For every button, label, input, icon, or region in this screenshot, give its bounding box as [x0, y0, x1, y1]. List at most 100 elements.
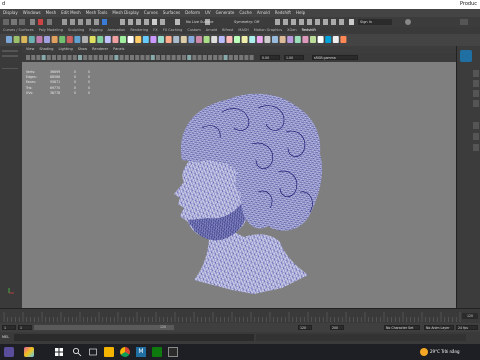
anim-layer-select[interactable]: No Anim Layer: [424, 325, 454, 330]
panel-tool-icon[interactable]: [62, 55, 67, 60]
panel-tool-icon[interactable]: [72, 55, 77, 60]
shelf-tool-icon[interactable]: [196, 36, 202, 43]
shelf-tool-icon[interactable]: [66, 36, 73, 43]
excel-icon[interactable]: [152, 347, 162, 357]
weather-label[interactable]: 29°C Trời nắng: [430, 349, 460, 354]
tool-settings-icon[interactable]: [473, 100, 479, 107]
shelf-tool-icon[interactable]: [165, 36, 172, 43]
anim-layer-icon[interactable]: [473, 144, 479, 151]
shelf-tool-icon[interactable]: [82, 36, 88, 43]
panel-tool-icon[interactable]: [36, 55, 41, 60]
panel-tool-icon[interactable]: [223, 55, 228, 60]
shelf-tab[interactable]: Motion Graphics: [254, 27, 282, 34]
panel-tool-icon[interactable]: [67, 55, 72, 60]
workspace-icon[interactable]: [460, 19, 468, 25]
shelf-tool-icon[interactable]: [188, 36, 195, 43]
shelf-tab[interactable]: Rendering: [130, 27, 148, 34]
shelf-tool-icon[interactable]: [332, 36, 339, 43]
panel-tool-icon[interactable]: [83, 55, 88, 60]
panel-tool-icon[interactable]: [192, 55, 197, 60]
shelf-tab[interactable]: Animation: [108, 27, 126, 34]
panel-tool-icon[interactable]: [124, 55, 129, 60]
shelf-tool-icon[interactable]: [218, 36, 225, 43]
windows-start-icon[interactable]: [54, 347, 64, 357]
menu-item[interactable]: Cache: [239, 9, 251, 17]
range-start-field[interactable]: 1: [18, 325, 32, 330]
file-explorer-icon[interactable]: [104, 347, 114, 357]
panel-menu-item[interactable]: Panels: [113, 46, 124, 53]
shelf-tool-icon[interactable]: [59, 36, 66, 43]
panel-tool-icon[interactable]: [244, 55, 249, 60]
shelf-tool-icon[interactable]: [13, 36, 20, 43]
shelf-tool-icon[interactable]: [36, 36, 43, 43]
panel-tool-icon[interactable]: [197, 55, 202, 60]
range-slider[interactable]: 1 1 120 120 200 No Character Set No Anim…: [0, 323, 480, 332]
end-frame-field[interactable]: 200: [330, 325, 344, 330]
layer-icon[interactable]: [473, 80, 479, 87]
shelf-tool-icon[interactable]: [97, 36, 104, 43]
panel-tool-icon[interactable]: [26, 55, 30, 60]
viewport[interactable]: Verts: 36699 0 0 Edges: 88586 0 0 Faces: 55871 0 0 T…: [22, 62, 456, 308]
panel-tool-icon[interactable]: [135, 55, 140, 60]
shelf-tool-icon[interactable]: [104, 36, 111, 43]
shelf-tool-icon[interactable]: [120, 36, 126, 43]
range-bar[interactable]: [34, 325, 174, 330]
shelf-tool-icon[interactable]: [302, 36, 309, 43]
symmetry-label[interactable]: Symmetry: Off: [234, 20, 259, 24]
shelf-tool-icon[interactable]: [264, 36, 271, 43]
panel-tool-icon[interactable]: [218, 55, 223, 60]
panel-tool-icon[interactable]: [31, 55, 36, 60]
search-icon[interactable]: [72, 347, 82, 357]
shelf-tool-icon[interactable]: [272, 36, 278, 43]
shelf-tool-icon[interactable]: [241, 36, 248, 43]
panel-tool-icon[interactable]: [140, 55, 145, 60]
current-frame-field[interactable]: 120: [462, 313, 478, 319]
panel-tool-icon[interactable]: [187, 55, 192, 60]
shelf-tool-icon[interactable]: [6, 36, 12, 43]
shelf-tool-icon[interactable]: [74, 36, 81, 43]
shelf-tool-icon[interactable]: [249, 36, 256, 43]
shelf-tab[interactable]: Rigging: [89, 27, 102, 34]
shelf-tool-icon[interactable]: [287, 36, 294, 43]
weather-sun-icon[interactable]: [420, 348, 428, 356]
panel-tool-icon[interactable]: [239, 55, 244, 60]
shelf-tool-icon[interactable]: [211, 36, 218, 43]
task-view-icon[interactable]: [88, 347, 98, 357]
app-icon[interactable]: [168, 347, 178, 357]
shelf-tool-icon[interactable]: [142, 36, 149, 43]
select-tool-icon[interactable]: [4, 49, 12, 55]
shelf-tool-icon[interactable]: [135, 36, 142, 43]
shelf-tool-icon[interactable]: [44, 36, 50, 43]
panel-tool-icon[interactable]: [228, 55, 233, 60]
shelf-tab[interactable]: Curves / Surfaces: [3, 27, 34, 34]
shelf-tab[interactable]: FX Caching: [163, 27, 183, 34]
character-set-select[interactable]: No Character Set: [384, 325, 420, 330]
mel-input[interactable]: [14, 334, 254, 341]
shelf-tab[interactable]: XGen: [287, 27, 296, 34]
menu-item[interactable]: Mesh Display: [112, 9, 139, 17]
shelf-tool-icon[interactable]: [89, 36, 96, 43]
maya-app-icon[interactable]: M: [136, 347, 146, 357]
time-slider[interactable]: 120: [0, 308, 480, 324]
shelf-tool-icon[interactable]: [279, 36, 286, 43]
panel-tool-icon[interactable]: [249, 55, 254, 60]
menu-item[interactable]: Redshift: [275, 9, 291, 17]
menu-item[interactable]: Arnold: [257, 9, 270, 17]
shelf-tool-icon[interactable]: [180, 36, 187, 43]
panel-tool-icon[interactable]: [119, 55, 124, 60]
shelf-tool-icon[interactable]: [112, 36, 119, 43]
shelf-tool-icon[interactable]: [21, 36, 28, 43]
menu-item[interactable]: Mesh: [46, 9, 57, 17]
panel-tool-icon[interactable]: [234, 55, 238, 60]
menu-item[interactable]: UV: [205, 9, 211, 17]
menu-item[interactable]: Display: [3, 9, 18, 17]
modeling-toolkit-icon[interactable]: [473, 90, 479, 97]
panel-tool-icon[interactable]: [213, 55, 218, 60]
panel-tool-icon[interactable]: [93, 55, 98, 60]
fps-select[interactable]: 24 fps: [456, 325, 478, 330]
shelf-tool-icon[interactable]: [51, 36, 58, 43]
panel-tool-icon[interactable]: [145, 55, 150, 60]
panel-tool-icon[interactable]: [104, 55, 108, 60]
menu-item[interactable]: Help: [296, 9, 305, 17]
panel-tool-icon[interactable]: [166, 55, 171, 60]
